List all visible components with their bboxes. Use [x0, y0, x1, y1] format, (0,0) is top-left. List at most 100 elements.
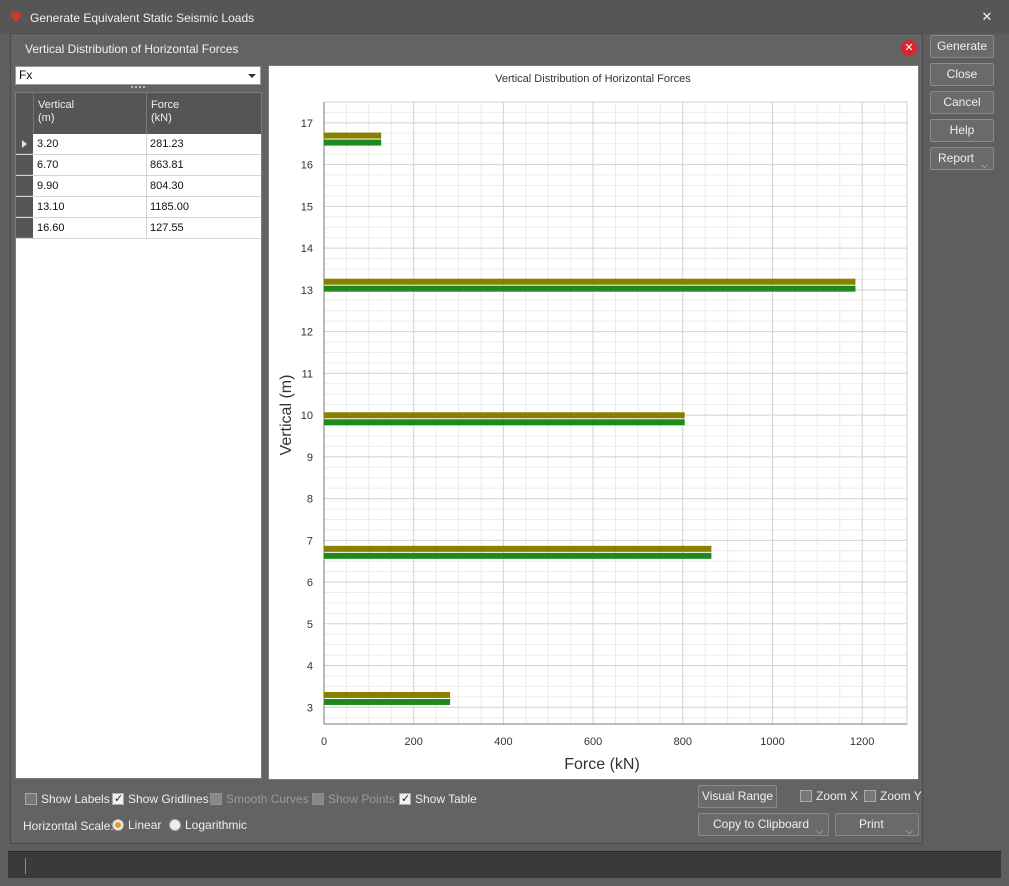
- copy-button-label: Copy to Clipboard: [713, 817, 810, 831]
- y-tick-label: 5: [307, 619, 313, 631]
- x-tick-label: 200: [405, 736, 423, 748]
- column-header-vertical[interactable]: Vertical (m): [34, 93, 147, 134]
- checkbox-label: Show Points: [328, 792, 395, 806]
- help-button[interactable]: Help: [930, 119, 994, 142]
- x-axis-label: Force (kN): [564, 756, 640, 773]
- y-tick-label: 13: [301, 285, 313, 297]
- print-button-label: Print: [859, 817, 884, 831]
- cell-vertical[interactable]: 3.20: [34, 134, 147, 154]
- show-points-checkbox: Show Points: [312, 792, 395, 808]
- checkbox-box: [399, 792, 411, 806]
- x-tick-label: 800: [674, 736, 692, 748]
- column-header-unit: (m): [38, 112, 55, 124]
- status-separator: [25, 858, 26, 874]
- row-indicator[interactable]: [16, 155, 33, 175]
- bar: [324, 552, 712, 559]
- column-header-force[interactable]: Force (kN): [147, 93, 261, 134]
- chevron-down-icon: ⌵: [981, 160, 988, 170]
- row-indicator[interactable]: [16, 134, 33, 154]
- component-select[interactable]: Fx: [15, 66, 261, 85]
- column-header-label: Force: [151, 99, 180, 111]
- chart-title: Vertical Distribution of Horizontal Forc…: [495, 73, 691, 85]
- table-row[interactable]: 6.70 863.81: [16, 155, 261, 176]
- y-tick-label: 3: [307, 702, 313, 714]
- checkbox-box: [210, 792, 222, 805]
- checkbox-box: [864, 789, 876, 802]
- cell-force[interactable]: 863.81: [147, 155, 261, 175]
- row-indicator[interactable]: [16, 218, 33, 238]
- zoom-y-checkbox[interactable]: Zoom Y: [864, 789, 922, 805]
- column-header-unit: (kN): [151, 112, 172, 124]
- status-bar: [8, 851, 1001, 878]
- radio-dot: [169, 818, 181, 831]
- checkbox-label: Show Labels: [41, 792, 110, 806]
- table-row[interactable]: 9.90 804.30: [16, 176, 261, 197]
- row-indicator-header: [16, 93, 34, 134]
- bar: [324, 691, 451, 698]
- smooth-curves-checkbox: Smooth Curves: [210, 792, 309, 808]
- show-gridlines-checkbox[interactable]: Show Gridlines: [112, 792, 209, 808]
- chart-area[interactable]: 0 200 400 600 800 1000 1200 3 4 5 6 7 8 9 10 11 12 13 14 15…: [268, 65, 919, 780]
- y-tick-label: 9: [307, 452, 313, 464]
- row-indicator[interactable]: [16, 197, 33, 217]
- linear-scale-radio[interactable]: Linear: [112, 818, 161, 834]
- y-tick-label: 11: [302, 368, 313, 380]
- cell-force[interactable]: 127.55: [147, 218, 261, 238]
- checkbox-label: Smooth Curves: [226, 792, 309, 806]
- x-tick-label: 1200: [850, 736, 874, 748]
- show-labels-checkbox[interactable]: Show Labels: [25, 792, 110, 808]
- cell-vertical[interactable]: 9.90: [34, 176, 147, 196]
- splitter-grip[interactable]: [131, 86, 145, 90]
- table-header: Vertical (m) Force (kN): [16, 93, 261, 134]
- x-tick-label: 400: [494, 736, 512, 748]
- y-axis-label: Vertical (m): [278, 375, 295, 456]
- table-row[interactable]: 16.60 127.55: [16, 218, 261, 239]
- cell-force[interactable]: 281.23: [147, 134, 261, 154]
- cancel-button[interactable]: Cancel: [930, 91, 994, 114]
- y-tick-label: 8: [307, 494, 313, 506]
- cell-force[interactable]: 804.30: [147, 176, 261, 196]
- copy-to-clipboard-button[interactable]: Copy to Clipboard ⌵: [698, 813, 829, 836]
- chevron-down-icon: ⌵: [816, 826, 823, 836]
- checkbox-box: [312, 792, 324, 805]
- report-dropdown-button[interactable]: Report ⌵: [930, 147, 994, 170]
- y-tick-label: 7: [307, 535, 313, 547]
- cell-force[interactable]: 1185.00: [147, 197, 261, 217]
- window-close-icon[interactable]: ✕: [978, 8, 996, 26]
- component-select-value: Fx: [19, 68, 33, 82]
- x-tick-label: 0: [321, 736, 327, 748]
- show-table-checkbox[interactable]: Show Table: [399, 792, 477, 808]
- checkbox-label: Zoom X: [816, 789, 859, 803]
- x-tick-label: 1000: [760, 736, 784, 748]
- y-tick-label: 10: [301, 410, 313, 422]
- checkbox-box: [112, 792, 124, 806]
- window-title-bar: Generate Equivalent Static Seismic Loads…: [0, 0, 1009, 34]
- bar: [324, 139, 382, 146]
- generate-button[interactable]: Generate: [930, 35, 994, 58]
- cell-vertical[interactable]: 16.60: [34, 218, 147, 238]
- y-tick-label: 6: [307, 577, 313, 589]
- visual-range-button[interactable]: Visual Range: [698, 785, 777, 808]
- window-title: Generate Equivalent Static Seismic Loads: [30, 11, 255, 25]
- cell-vertical[interactable]: 13.10: [34, 197, 147, 217]
- table-row[interactable]: 3.20 281.23: [16, 134, 261, 155]
- chevron-down-icon: [248, 74, 256, 78]
- app-icon: [11, 12, 21, 22]
- zoom-x-checkbox[interactable]: Zoom X: [800, 789, 858, 805]
- panel-close-icon[interactable]: ✕: [901, 40, 917, 56]
- y-tick-label: 15: [301, 201, 313, 213]
- checkbox-label: Zoom Y: [880, 789, 922, 803]
- y-tick-label: 12: [301, 327, 313, 339]
- print-button[interactable]: Print ⌵: [835, 813, 919, 836]
- current-row-icon: [22, 140, 27, 148]
- row-indicator[interactable]: [16, 176, 33, 196]
- checkbox-label: Show Table: [415, 792, 477, 806]
- checkbox-label: Show Gridlines: [128, 792, 209, 806]
- cell-vertical[interactable]: 6.70: [34, 155, 147, 175]
- horizontal-scale-label: Horizontal Scale:: [23, 819, 114, 833]
- logarithmic-scale-radio[interactable]: Logarithmic: [169, 818, 247, 834]
- checkbox-box: [800, 789, 812, 802]
- bar: [324, 132, 382, 139]
- table-row[interactable]: 13.10 1185.00: [16, 197, 261, 218]
- close-button[interactable]: Close: [930, 63, 994, 86]
